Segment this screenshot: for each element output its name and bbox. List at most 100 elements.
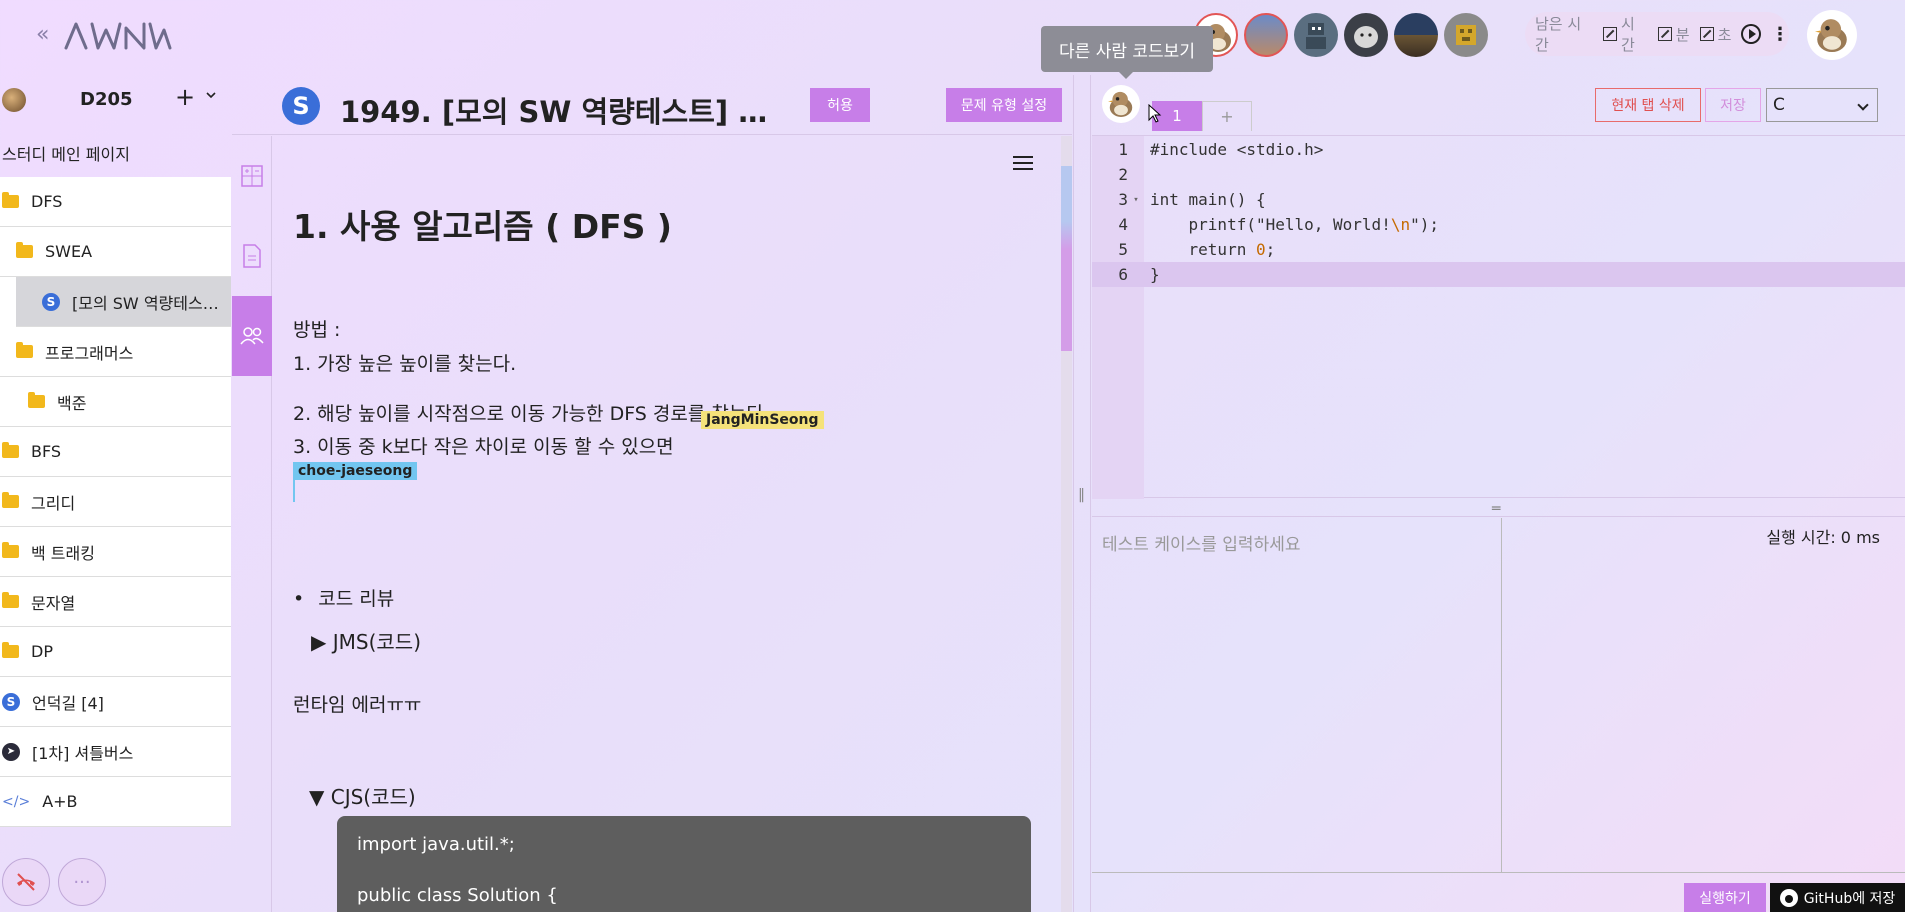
problem-type-button[interactable]: 문제 유형 설정: [946, 88, 1062, 122]
github-save-label: GitHub에 저장: [1803, 891, 1896, 907]
app-logo[interactable]: [62, 18, 172, 62]
collapse-sidebar-icon[interactable]: «: [36, 22, 49, 47]
leave-call-button[interactable]: [2, 858, 50, 906]
tree-item-bfs[interactable]: BFS: [0, 427, 231, 477]
second-field[interactable]: 초: [1699, 24, 1731, 45]
folder-icon: [16, 242, 33, 258]
doc-runtime-error: 런타임 에러ㅠㅠ: [293, 694, 422, 716]
folder-icon: [16, 342, 33, 358]
second-checkbox-icon: [1699, 27, 1714, 41]
play-icon[interactable]: [1741, 24, 1761, 44]
tree-item-backtracking[interactable]: 백 트래킹: [0, 527, 231, 577]
code-line: 2: [1092, 162, 1905, 187]
minute-label: 분: [1675, 25, 1690, 44]
menu-icon[interactable]: [1013, 156, 1033, 174]
code-editor[interactable]: 1 #include <stdio.h> 2 3 ▾ int main() { 4…: [1092, 135, 1905, 499]
more-options-button[interactable]: ···: [58, 858, 106, 906]
tree-item-swea[interactable]: SWEA: [0, 227, 231, 277]
folder-icon: [2, 442, 19, 458]
folder-icon: [2, 542, 19, 558]
study-header: D205 +: [0, 75, 231, 137]
tab-shared-notes[interactable]: [232, 296, 272, 376]
add-item-button[interactable]: +: [175, 83, 195, 111]
tab-calculator[interactable]: [232, 136, 272, 216]
my-profile-avatar[interactable]: [1807, 10, 1857, 60]
users-icon: [240, 327, 264, 345]
hour-field[interactable]: 시간: [1603, 13, 1647, 55]
doc-scrollbar[interactable]: [1061, 136, 1072, 912]
member-avatar-pixel[interactable]: [1294, 13, 1338, 57]
more-vert-icon[interactable]: ⋮: [1771, 24, 1789, 45]
doc-step-3: 3. 이동 중 k보다 작은 차이로 이동 할 수 있으면: [293, 436, 674, 458]
editor-toolbar: 1 + 현재 탭 삭제 저장 C: [1092, 75, 1905, 131]
logo-icon: [64, 22, 172, 50]
top-header: « 다른 사람 코드보기 남은 시간 시간 분 초 ⋮: [0, 0, 1905, 79]
folder-icon: [28, 392, 45, 408]
language-select[interactable]: C: [1766, 88, 1878, 122]
editor-bottom-bar: 실행하기 GitHub에 저장: [1092, 872, 1905, 912]
member-avatar-photo[interactable]: [1244, 13, 1288, 57]
doc-step-1: 1. 가장 높은 높이를 찾는다.: [293, 353, 517, 375]
tree-item-baekjoon[interactable]: 백준: [0, 377, 231, 427]
folder-icon: [2, 642, 19, 658]
toggle-jms-code[interactable]: ▶ JMS(코드): [311, 626, 421, 655]
study-main-page-link[interactable]: 스터디 메인 페이지: [2, 141, 130, 165]
testcase-input[interactable]: 테스트 케이스를 입력하세요: [1092, 518, 1502, 872]
folder-icon: [2, 192, 19, 208]
minute-field[interactable]: 분: [1657, 24, 1690, 45]
member-avatar-pixel-2[interactable]: [1444, 13, 1488, 57]
shared-document[interactable]: 1. 사용 알고리즘 ( DFS ) 방법 : 1. 가장 높은 높이를 찾는다…: [273, 136, 1061, 912]
member-avatars: [1194, 13, 1488, 57]
run-time: 실행 시간: 0 ms: [1766, 528, 1880, 547]
save-button[interactable]: 저장: [1705, 88, 1761, 122]
toggle-cjs-code[interactable]: ▼ CJS(코드): [309, 781, 416, 810]
chevron-down-icon[interactable]: [205, 89, 217, 105]
tree-item-hill-road[interactable]: S 언덕길 [4]: [0, 677, 231, 727]
tree-item-shuttle-bus[interactable]: ➤ [1차] 셔틀버스: [0, 727, 231, 777]
problem-tree: DFS SWEA S [모의 SW 역량테스트... 프로그래머스 백준 BFS …: [0, 177, 231, 827]
tree-item-dp[interactable]: DP: [0, 627, 231, 677]
editor-output-splitter[interactable]: ═: [1092, 499, 1905, 517]
tree-item-dfs[interactable]: DFS: [0, 177, 231, 227]
tab-document[interactable]: [232, 216, 272, 296]
member-avatar-seal[interactable]: [1344, 13, 1388, 57]
tree-item-label: DP: [31, 642, 53, 661]
hour-label: 시간: [1621, 15, 1635, 54]
code-line: 4 printf("Hello, World!\n");: [1092, 212, 1905, 237]
doc-step-2: 2. 해당 높이를 시작점으로 이동 가능한 DFS 경로를 찾는다: [293, 403, 764, 425]
collaborator-cursor-tag: choe-jaeseong: [293, 462, 418, 480]
tree-item-label: [모의 SW 역량테스트...: [72, 293, 231, 313]
swea-icon: S: [282, 87, 320, 125]
tree-item-problem-1949[interactable]: S [모의 SW 역량테스트...: [16, 277, 231, 327]
github-icon: [1779, 889, 1798, 907]
tree-item-a-plus-b[interactable]: </> A+B: [0, 777, 231, 827]
fold-icon[interactable]: ▾: [1128, 195, 1144, 205]
collaborator-cursor-tag: JangMinSeong: [701, 411, 824, 429]
github-save-button[interactable]: GitHub에 저장: [1770, 883, 1905, 912]
calculator-icon: [241, 165, 263, 187]
tree-item-label: A+B: [42, 792, 78, 811]
tree-item-programmers[interactable]: 프로그래머스: [0, 327, 231, 377]
code-line: 1 #include <stdio.h>: [1092, 137, 1905, 162]
tree-item-label: 백준: [57, 393, 87, 413]
programmers-icon: ➤: [2, 742, 20, 761]
add-tab-button[interactable]: +: [1202, 101, 1252, 131]
study-sidebar: D205 + 스터디 메인 페이지 DFS SWEA S [모의 SW 역량테스트…: [0, 75, 231, 912]
phone-hangup-icon: [17, 873, 35, 891]
panel-splitter[interactable]: ‖: [1073, 75, 1091, 912]
run-output: 실행 시간: 0 ms: [1503, 518, 1905, 872]
run-button[interactable]: 실행하기: [1684, 883, 1766, 912]
member-avatar-landscape[interactable]: [1394, 13, 1438, 57]
folder-icon: [2, 492, 19, 508]
tree-item-label: [1차] 셔틀버스: [32, 743, 134, 763]
code-owner-avatar[interactable]: [1102, 85, 1140, 123]
remaining-time-label: 남은 시간: [1535, 15, 1582, 54]
tree-item-greedy[interactable]: 그리디: [0, 477, 231, 527]
folder-icon: [2, 592, 19, 608]
tree-item-label: 문자열: [31, 593, 76, 613]
tree-item-string[interactable]: 문자열: [0, 577, 231, 627]
delete-tab-button[interactable]: 현재 탭 삭제: [1595, 88, 1701, 122]
allow-button[interactable]: 허용: [810, 88, 870, 122]
line-number: 6: [1118, 265, 1128, 284]
doc-scroll-thumb[interactable]: [1061, 166, 1072, 351]
